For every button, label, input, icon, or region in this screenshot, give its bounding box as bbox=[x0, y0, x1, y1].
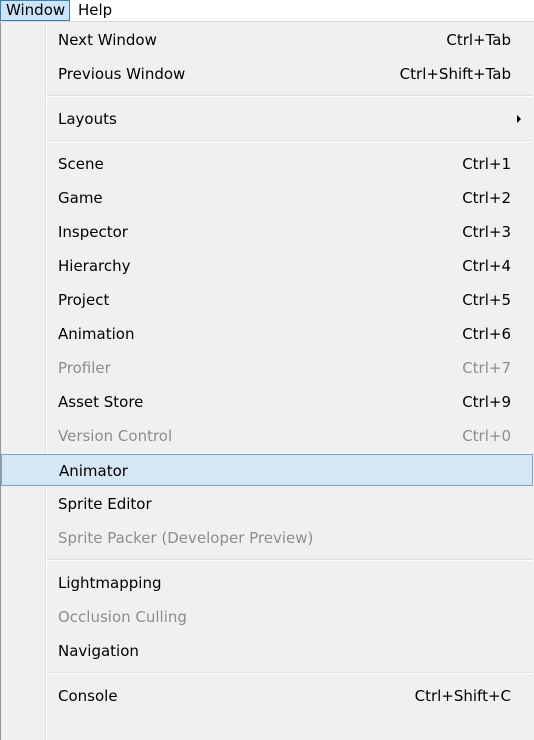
menu-item-previous-window[interactable]: Previous Window Ctrl+Shift+Tab bbox=[1, 58, 533, 90]
window-dropdown-menu: Next Window Ctrl+Tab Previous Window Ctr… bbox=[0, 22, 534, 740]
menu-item-label: Navigation bbox=[58, 642, 139, 660]
menu-item-label: Game bbox=[58, 189, 103, 207]
chevron-right-icon bbox=[517, 115, 521, 123]
menu-item-scene[interactable]: Scene Ctrl+1 bbox=[1, 148, 533, 180]
menu-item-shortcut: Ctrl+7 bbox=[462, 359, 511, 377]
menu-item-label: Inspector bbox=[58, 223, 128, 241]
menu-item-shortcut: Ctrl+Shift+Tab bbox=[399, 65, 511, 83]
menu-item-lightmapping[interactable]: Lightmapping bbox=[1, 567, 533, 599]
menu-item-shortcut: Ctrl+5 bbox=[462, 291, 511, 309]
menu-item-label: Sprite Packer (Developer Preview) bbox=[58, 529, 314, 547]
menu-item-shortcut: Ctrl+2 bbox=[462, 189, 511, 207]
menu-item-label: Sprite Editor bbox=[58, 495, 152, 513]
menu-item-label: Animation bbox=[58, 325, 135, 343]
menu-bar: Window Help bbox=[0, 0, 534, 22]
menu-item-shortcut: Ctrl+Shift+C bbox=[414, 687, 511, 705]
menu-item-label: Lightmapping bbox=[58, 574, 162, 592]
menu-item-label: Previous Window bbox=[58, 65, 186, 83]
menu-item-navigation[interactable]: Navigation bbox=[1, 635, 533, 667]
menu-item-next-window[interactable]: Next Window Ctrl+Tab bbox=[1, 24, 533, 56]
menu-item-shortcut: Ctrl+6 bbox=[462, 325, 511, 343]
menu-item-label: Hierarchy bbox=[58, 257, 131, 275]
menu-item-animation[interactable]: Animation Ctrl+6 bbox=[1, 318, 533, 350]
menu-item-label: Project bbox=[58, 291, 110, 309]
menu-item-project[interactable]: Project Ctrl+5 bbox=[1, 284, 533, 316]
menu-item-animator[interactable]: Animator bbox=[1, 454, 533, 486]
menu-item-sprite-packer: Sprite Packer (Developer Preview) bbox=[1, 522, 533, 554]
menu-item-asset-store[interactable]: Asset Store Ctrl+9 bbox=[1, 386, 533, 418]
menu-item-console[interactable]: Console Ctrl+Shift+C bbox=[1, 680, 533, 712]
menu-item-inspector[interactable]: Inspector Ctrl+3 bbox=[1, 216, 533, 248]
menu-item-layouts[interactable]: Layouts bbox=[1, 103, 533, 135]
menu-item-label: Console bbox=[58, 687, 118, 705]
menu-item-sprite-editor[interactable]: Sprite Editor bbox=[1, 488, 533, 520]
menu-item-label: Next Window bbox=[58, 31, 157, 49]
menu-item-shortcut: Ctrl+1 bbox=[462, 155, 511, 173]
menu-item-label: Occlusion Culling bbox=[58, 608, 187, 626]
menu-item-occlusion-culling: Occlusion Culling bbox=[1, 601, 533, 633]
menu-item-label: Asset Store bbox=[58, 393, 144, 411]
menu-separator bbox=[47, 672, 533, 674]
menu-item-shortcut: Ctrl+Tab bbox=[446, 31, 511, 49]
menu-item-label: Profiler bbox=[58, 359, 111, 377]
menu-item-label: Version Control bbox=[58, 427, 173, 445]
menu-item-game[interactable]: Game Ctrl+2 bbox=[1, 182, 533, 214]
menu-item-shortcut: Ctrl+9 bbox=[462, 393, 511, 411]
menu-item-shortcut: Ctrl+3 bbox=[462, 223, 511, 241]
menu-item-hierarchy[interactable]: Hierarchy Ctrl+4 bbox=[1, 250, 533, 282]
menu-window[interactable]: Window bbox=[0, 0, 70, 21]
menu-item-label: Animator bbox=[59, 462, 128, 480]
menu-separator bbox=[47, 559, 533, 561]
menu-item-shortcut: Ctrl+4 bbox=[462, 257, 511, 275]
menu-item-shortcut: Ctrl+0 bbox=[462, 427, 511, 445]
menu-item-profiler: Profiler Ctrl+7 bbox=[1, 352, 533, 384]
menu-help[interactable]: Help bbox=[72, 0, 118, 21]
menu-separator bbox=[47, 140, 533, 142]
menu-item-label: Layouts bbox=[58, 110, 117, 128]
menu-separator bbox=[47, 95, 533, 97]
menu-item-label: Scene bbox=[58, 155, 104, 173]
menu-item-version-control: Version Control Ctrl+0 bbox=[1, 420, 533, 452]
